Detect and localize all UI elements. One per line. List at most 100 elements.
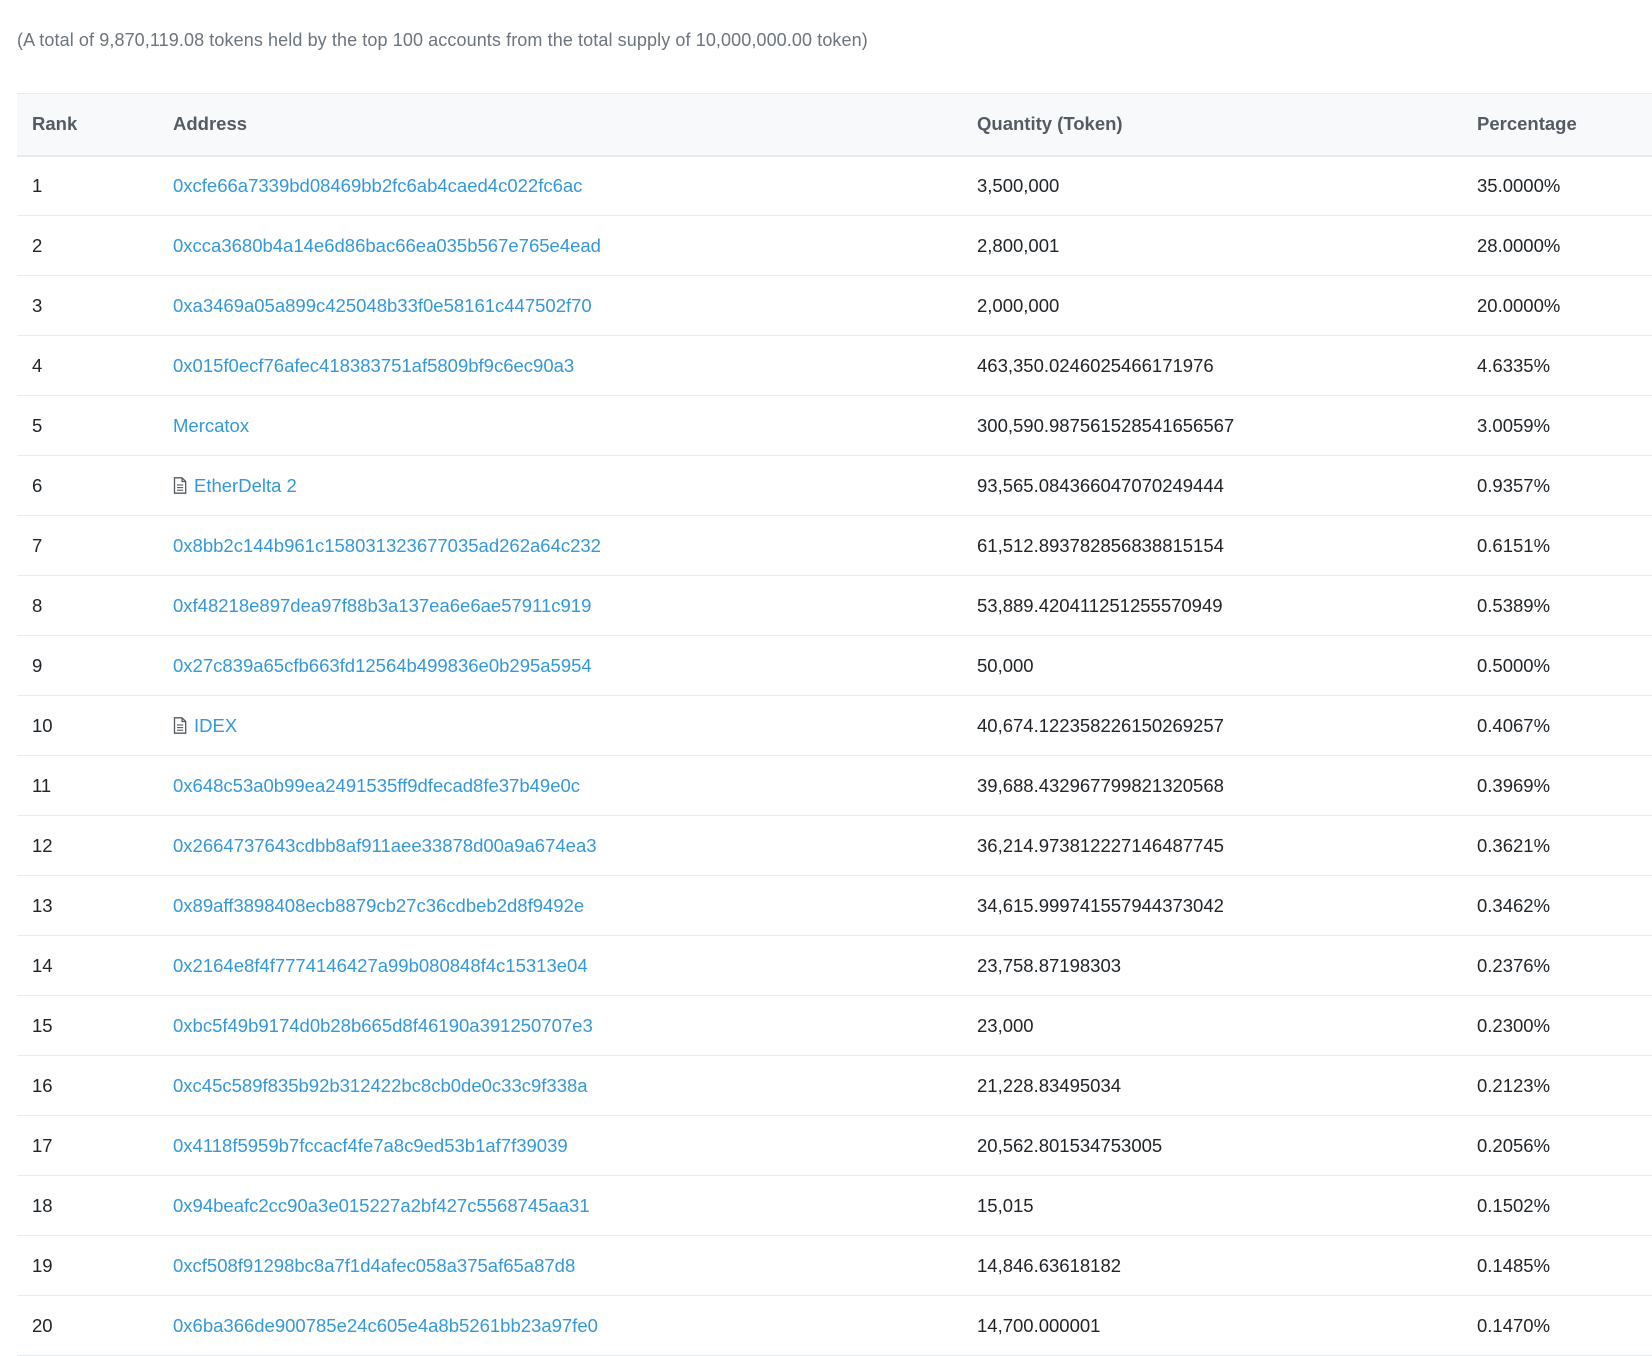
holder-address-link[interactable]: 0x4118f5959b7fccacf4fe7a8c9ed53b1af7f390… <box>173 1135 568 1156</box>
percentage-cell: 3.0059% <box>1477 414 1551 436</box>
rank-cell: 4 <box>32 354 43 376</box>
address-column-header: Address <box>173 113 248 135</box>
rank-cell: 9 <box>32 654 43 676</box>
table-header-row: Rank Address Quantity (Token) Percentage <box>17 93 1652 156</box>
table-row: 3 0xa3469a05a899c425048b33f0e58161c447502… <box>17 276 1652 336</box>
quantity-cell: 34,615.999741557944373042 <box>977 894 1224 916</box>
holder-address-link[interactable]: 0xcca3680b4a14e6d86bac66ea035b567e765e4e… <box>173 235 601 256</box>
holder-address-link[interactable]: 0x648c53a0b99ea2491535ff9dfecad8fe37b49e… <box>173 775 580 796</box>
holder-address-link[interactable]: 0x015f0ecf76afec418383751af5809bf9c6ec90… <box>173 355 574 376</box>
holder-address-link[interactable]: 0xc45c589f835b92b312422bc8cb0de0c33c9f33… <box>173 1075 588 1096</box>
rank-cell: 16 <box>32 1074 53 1096</box>
quantity-cell: 15,015 <box>977 1194 1034 1216</box>
table-row: 15 0xbc5f49b9174d0b28b665d8f46190a3912507… <box>17 996 1652 1056</box>
quantity-cell: 300,590.987561528541656567 <box>977 414 1235 436</box>
holder-address-link[interactable]: 0x27c839a65cfb663fd12564b499836e0b295a59… <box>173 655 592 676</box>
percentage-cell: 0.3621% <box>1477 834 1551 856</box>
percentage-cell: 0.3969% <box>1477 774 1551 796</box>
address-cell: 0xf48218e897dea97f88b3a137ea6e6ae57911c9… <box>173 576 977 636</box>
percentage-cell: 0.2300% <box>1477 1014 1551 1036</box>
rank-cell: 7 <box>32 534 43 556</box>
rank-cell: 2 <box>32 234 43 256</box>
holder-address-link[interactable]: IDEX <box>194 715 237 736</box>
holder-address-link[interactable]: 0xf48218e897dea97f88b3a137ea6e6ae57911c9… <box>173 595 591 616</box>
address-cell: 0xcf508f91298bc8a7f1d4afec058a375af65a87… <box>173 1236 977 1296</box>
percentage-cell: 0.1502% <box>1477 1194 1551 1216</box>
percentage-cell: 0.1485% <box>1477 1254 1551 1276</box>
table-row: 13 0x89aff3898408ecb8879cb27c36cdbeb2d8f9… <box>17 876 1652 936</box>
holder-address-link[interactable]: 0x2664737643cdbb8af911aee33878d00a9a674e… <box>173 835 597 856</box>
quantity-cell: 36,214.973812227146487745 <box>977 834 1224 856</box>
holder-address-link[interactable]: 0xcfe66a7339bd08469bb2fc6ab4caed4c022fc6… <box>173 175 582 196</box>
rank-column-header: Rank <box>32 113 78 135</box>
address-cell: 0x94beafc2cc90a3e015227a2bf427c5568745aa… <box>173 1176 977 1236</box>
quantity-cell: 40,674.122358226150269257 <box>977 714 1224 736</box>
holder-address-link[interactable]: 0x6ba366de900785e24c605e4a8b5261bb23a97f… <box>173 1315 598 1336</box>
quantity-cell: 2,000,000 <box>977 294 1060 316</box>
holder-address-link[interactable]: 0x2164e8f4f7774146427a99b080848f4c15313e… <box>173 955 588 976</box>
holder-address-link[interactable]: Mercatox <box>173 415 249 436</box>
address-cell: 0x27c839a65cfb663fd12564b499836e0b295a59… <box>173 636 977 696</box>
contract-document-icon <box>173 476 187 494</box>
percentage-cell: 0.6151% <box>1477 534 1551 556</box>
rank-cell: 11 <box>32 774 52 796</box>
table-header: Rank Address Quantity (Token) Percentage <box>17 93 1652 156</box>
table-row: 6 EtherDelta 2 93,565.084366047070249444 0.… <box>17 456 1652 516</box>
percentage-cell: 0.5000% <box>1477 654 1551 676</box>
quantity-cell: 23,758.87198303 <box>977 954 1122 976</box>
address-cell: 0xa3469a05a899c425048b33f0e58161c447502f… <box>173 276 977 336</box>
holder-address-link[interactable]: 0xbc5f49b9174d0b28b665d8f46190a391250707… <box>173 1015 593 1036</box>
percentage-cell: 28.0000% <box>1477 234 1561 256</box>
table-row: 17 0x4118f5959b7fccacf4fe7a8c9ed53b1af7f3… <box>17 1116 1652 1176</box>
holder-address-link[interactable]: 0xcf508f91298bc8a7f1d4afec058a375af65a87… <box>173 1255 575 1276</box>
rank-cell: 13 <box>32 894 53 916</box>
table-row: 10 IDEX 40,674.122358226150269257 0.4067% <box>17 696 1652 756</box>
quantity-cell: 2,800,001 <box>977 234 1060 256</box>
quantity-cell: 463,350.0246025466171976 <box>977 354 1214 376</box>
table-row: 5 Mercatox 300,590.987561528541656567 3.005… <box>17 396 1652 456</box>
percentage-column-header: Percentage <box>1477 113 1577 135</box>
address-cell: 0xcca3680b4a14e6d86bac66ea035b567e765e4e… <box>173 216 977 276</box>
quantity-cell: 21,228.83495034 <box>977 1074 1122 1096</box>
quantity-cell: 14,846.63618182 <box>977 1254 1122 1276</box>
rank-cell: 17 <box>32 1134 53 1156</box>
address-cell: 0x2664737643cdbb8af911aee33878d00a9a674e… <box>173 816 977 876</box>
holder-address-link[interactable]: 0x8bb2c144b961c158031323677035ad262a64c2… <box>173 535 601 556</box>
holders-summary: (A total of 9,870,119.08 tokens held by … <box>17 30 868 50</box>
rank-cell: 12 <box>32 834 53 856</box>
rank-cell: 8 <box>32 594 43 616</box>
holder-address-link[interactable]: 0x89aff3898408ecb8879cb27c36cdbeb2d8f949… <box>173 895 584 916</box>
address-cell: IDEX <box>173 696 977 756</box>
address-cell: 0x648c53a0b99ea2491535ff9dfecad8fe37b49e… <box>173 756 977 816</box>
rank-cell: 19 <box>32 1254 53 1276</box>
table-row: 1 0xcfe66a7339bd08469bb2fc6ab4caed4c022fc… <box>17 156 1652 216</box>
percentage-cell: 0.5389% <box>1477 594 1551 616</box>
address-cell: 0x015f0ecf76afec418383751af5809bf9c6ec90… <box>173 336 977 396</box>
holder-address-link[interactable]: 0xa3469a05a899c425048b33f0e58161c447502f… <box>173 295 592 316</box>
rank-cell: 14 <box>32 954 53 976</box>
quantity-cell: 3,500,000 <box>977 174 1060 196</box>
address-cell: 0x4118f5959b7fccacf4fe7a8c9ed53b1af7f390… <box>173 1116 977 1176</box>
address-cell: EtherDelta 2 <box>173 456 977 516</box>
quantity-cell: 53,889.420411251255570949 <box>977 594 1223 616</box>
quantity-column-header: Quantity (Token) <box>977 113 1123 135</box>
address-cell: 0x89aff3898408ecb8879cb27c36cdbeb2d8f949… <box>173 876 977 936</box>
quantity-cell: 61,512.893782856838815154 <box>977 534 1224 556</box>
rank-cell: 15 <box>32 1014 53 1036</box>
rank-cell: 1 <box>32 174 43 196</box>
address-cell: 0x2164e8f4f7774146427a99b080848f4c15313e… <box>173 936 977 996</box>
table-row: 14 0x2164e8f4f7774146427a99b080848f4c1531… <box>17 936 1652 996</box>
holder-address-link[interactable]: 0x94beafc2cc90a3e015227a2bf427c5568745aa… <box>173 1195 590 1216</box>
rank-cell: 6 <box>32 474 43 496</box>
holder-address-link[interactable]: EtherDelta 2 <box>194 475 297 496</box>
address-cell: 0x8bb2c144b961c158031323677035ad262a64c2… <box>173 516 977 576</box>
percentage-cell: 0.2123% <box>1477 1074 1551 1096</box>
table-row: 16 0xc45c589f835b92b312422bc8cb0de0c33c9f… <box>17 1056 1652 1116</box>
quantity-cell: 23,000 <box>977 1014 1034 1036</box>
percentage-cell: 0.2056% <box>1477 1134 1551 1156</box>
table-row: 12 0x2664737643cdbb8af911aee33878d00a9a67… <box>17 816 1652 876</box>
table-body: 1 0xcfe66a7339bd08469bb2fc6ab4caed4c022fc… <box>17 156 1652 1356</box>
percentage-cell: 20.0000% <box>1477 294 1561 316</box>
table-row: 4 0x015f0ecf76afec418383751af5809bf9c6ec9… <box>17 336 1652 396</box>
quantity-cell: 20,562.801534753005 <box>977 1134 1163 1156</box>
